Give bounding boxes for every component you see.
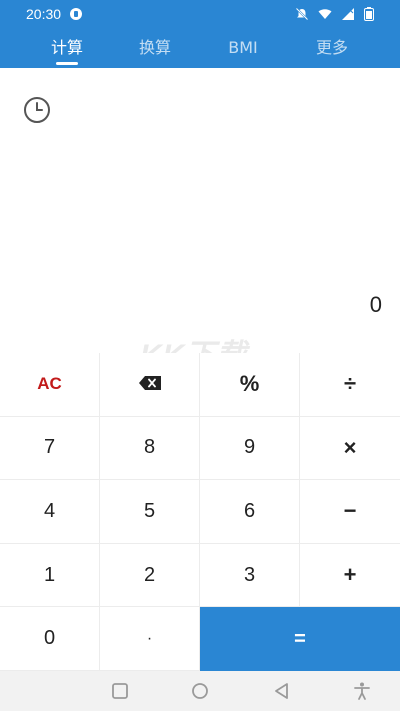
battery-icon [364, 6, 378, 21]
plus-button[interactable]: + [300, 544, 400, 608]
digit-9-button[interactable]: 9 [200, 416, 300, 481]
triangle-back-icon[interactable] [272, 681, 292, 701]
active-tab-indicator [56, 62, 78, 65]
signal-icon [341, 6, 355, 20]
square-icon[interactable] [110, 681, 130, 701]
digit-2-button[interactable]: 2 [100, 543, 200, 608]
accessibility-icon[interactable] [352, 681, 372, 701]
backspace-button[interactable] [100, 353, 200, 417]
divide-button[interactable]: ÷ [300, 353, 400, 417]
status-bar: 20:30 [0, 0, 400, 28]
wifi-icon [318, 6, 332, 20]
digit-0-button[interactable]: 0 [0, 607, 100, 671]
minus-button[interactable]: − [300, 480, 400, 544]
digit-3-button[interactable]: 3 [200, 543, 300, 608]
digit-6-button[interactable]: 6 [200, 480, 300, 544]
digit-1-button[interactable]: 1 [0, 543, 100, 608]
decimal-button[interactable]: · [100, 607, 200, 671]
tab-bar: 计算 换算 BMI 更多 [0, 28, 400, 68]
digit-4-button[interactable]: 4 [0, 480, 100, 544]
clock-icon[interactable] [22, 95, 52, 125]
percent-button[interactable]: % [200, 353, 300, 417]
circle-icon[interactable] [190, 681, 210, 701]
app-notification-icon [70, 8, 82, 20]
app-header: 20:30 计算 换算 BMI 更多 [0, 0, 400, 68]
display-result: 0 [369, 292, 382, 317]
digit-8-button[interactable]: 8 [100, 416, 200, 481]
digit-5-button[interactable]: 5 [100, 480, 200, 544]
equals-button[interactable]: = [200, 607, 400, 671]
mute-icon [295, 6, 309, 21]
tab-bmi[interactable]: BMI [198, 36, 288, 60]
tab-convert[interactable]: 换算 [110, 36, 200, 60]
keypad: AC % ÷ 7 8 9 × 4 5 6 − 1 2 3 + 0 · = [0, 353, 400, 671]
multiply-button[interactable]: × [300, 417, 400, 481]
system-nav-bar [0, 671, 400, 711]
clear-button[interactable]: AC [0, 353, 100, 417]
digit-7-button[interactable]: 7 [0, 416, 100, 481]
status-icons [295, 6, 378, 21]
status-time: 20:30 [26, 6, 62, 22]
tab-calculate[interactable]: 计算 [22, 36, 112, 60]
tab-more[interactable]: 更多 [287, 36, 377, 60]
backspace-icon [138, 373, 161, 396]
